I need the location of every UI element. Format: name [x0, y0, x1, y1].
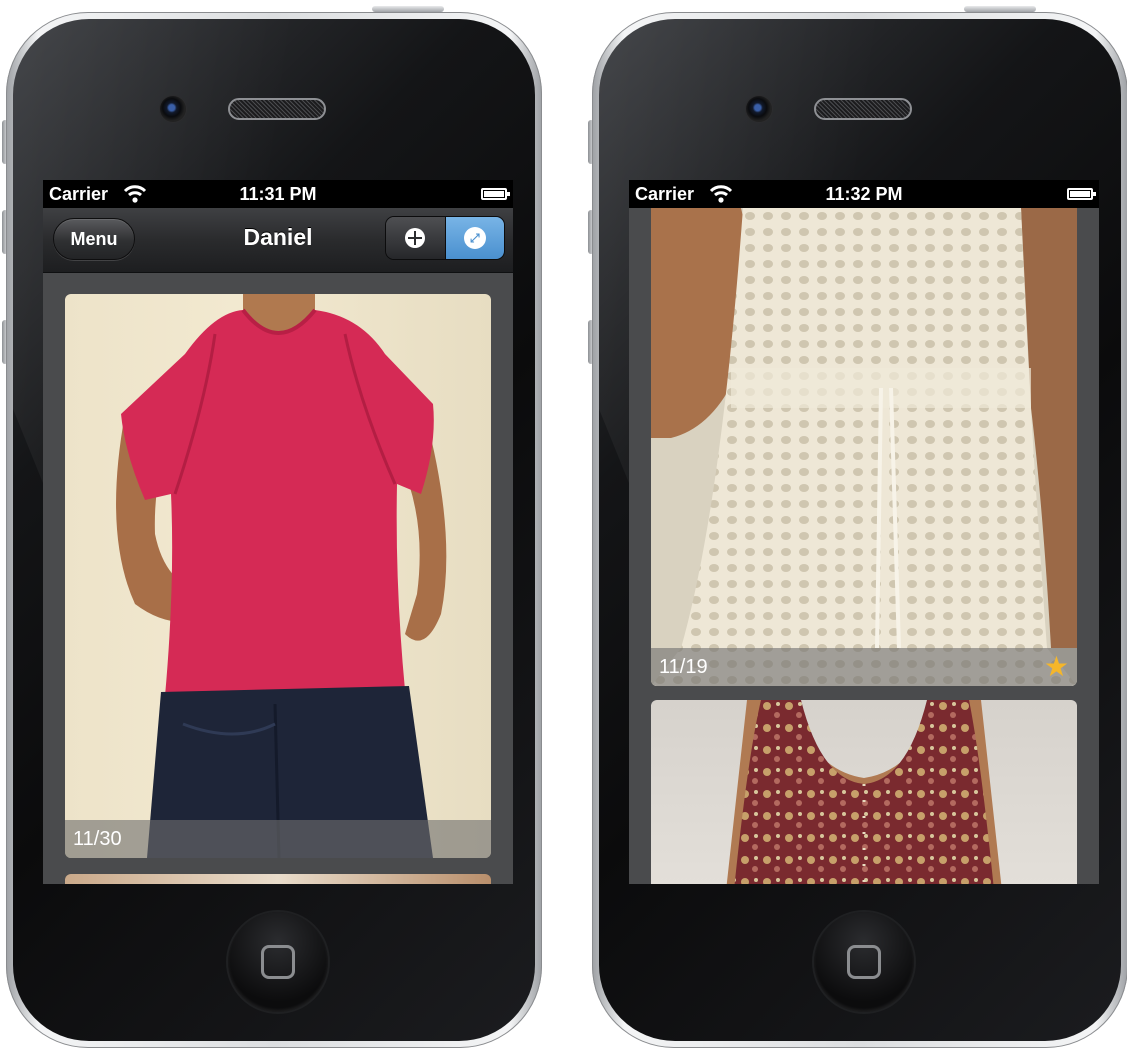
front-camera	[160, 96, 186, 122]
front-camera	[746, 96, 772, 122]
status-bar: Carrier 11:31 PM	[43, 180, 513, 208]
view-mode-segmented-control: ⤢	[385, 216, 505, 260]
battery-icon	[481, 188, 510, 200]
phone-right: Carrier 11:32 PM 11/19 ★	[588, 0, 1127, 1051]
photo-card[interactable]	[651, 700, 1077, 884]
expand-icon: ⤢	[463, 227, 486, 249]
photo-card[interactable]: 11/30	[65, 294, 491, 858]
grid-icon	[405, 228, 426, 248]
outfit-photo	[651, 208, 1077, 686]
status-time: 11:31 PM	[239, 184, 317, 204]
home-square-icon	[261, 945, 295, 979]
battery-icon	[1067, 188, 1096, 200]
home-square-icon	[847, 945, 881, 979]
menu-button[interactable]: Menu	[53, 218, 135, 260]
phone-left: Carrier 11:31 PM Menu Daniel ⤢ 11/30	[2, 0, 544, 1051]
nav-title: Daniel	[243, 224, 313, 250]
status-time: 11:32 PM	[825, 184, 903, 204]
next-photo-card[interactable]	[65, 874, 491, 884]
photo-date-caption: 11/30	[65, 820, 491, 858]
expand-view-segment[interactable]: ⤢	[445, 217, 504, 259]
navigation-bar: Menu Daniel ⤢	[43, 208, 513, 273]
screen: Carrier 11:31 PM Menu Daniel ⤢ 11/30	[43, 180, 513, 884]
grid-view-segment[interactable]	[386, 217, 446, 259]
home-button	[228, 912, 328, 1012]
earpiece-speaker	[814, 98, 912, 120]
earpiece-speaker	[228, 98, 326, 120]
outfit-photo	[116, 294, 447, 858]
home-button	[814, 912, 914, 1012]
outfit-photo	[726, 700, 1002, 884]
status-bar: Carrier 11:32 PM	[629, 180, 1099, 208]
screen: Carrier 11:32 PM 11/19 ★	[629, 180, 1099, 884]
star-icon[interactable]: ★	[1044, 652, 1069, 682]
photo-date-caption: 11/19	[651, 648, 1077, 686]
photo-card[interactable]: 11/19 ★	[651, 208, 1077, 686]
